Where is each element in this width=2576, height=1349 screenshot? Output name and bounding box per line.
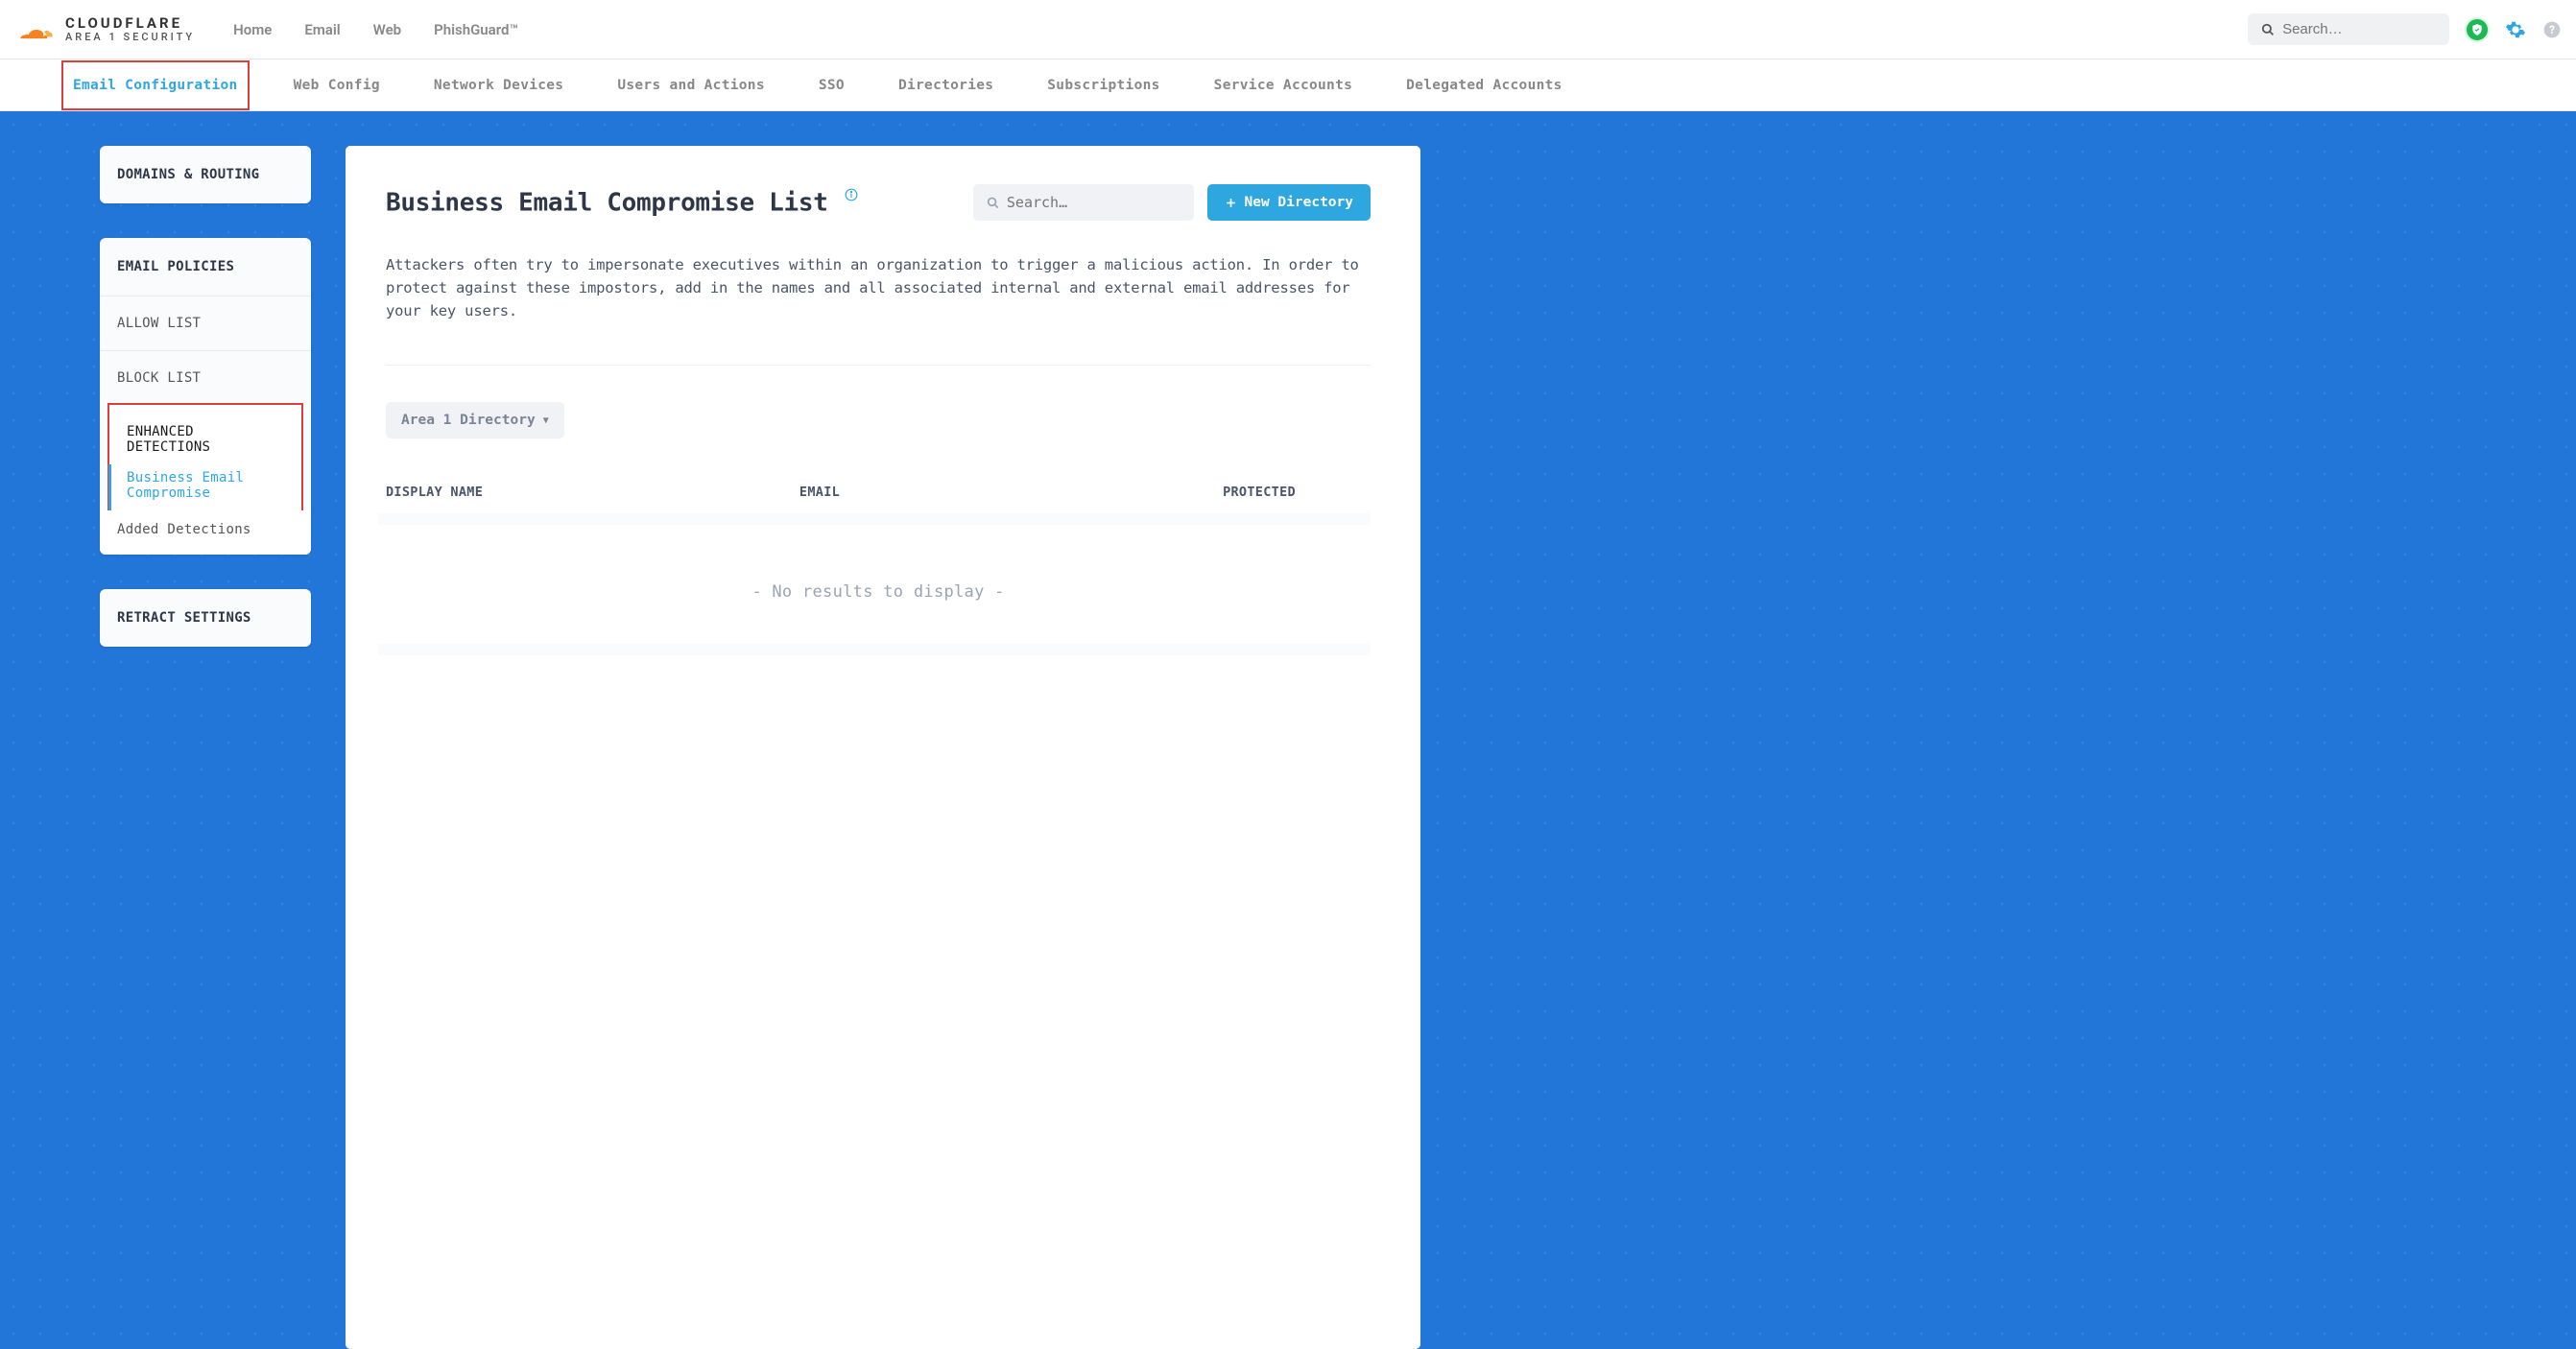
- panel-search[interactable]: [973, 184, 1194, 221]
- sidebar-allow-list[interactable]: ALLOW LIST: [100, 296, 311, 350]
- new-directory-label: New Directory: [1245, 195, 1354, 210]
- sidebar-business-email-compromise[interactable]: Business Email Compromise: [108, 464, 301, 510]
- subnav-delegated-accounts[interactable]: Delegated Accounts: [1396, 62, 1572, 108]
- directory-filter-label: Area 1 Directory: [401, 413, 536, 428]
- logo-sub-text: AREA 1 SECURITY: [65, 32, 195, 43]
- subnav-email-configuration[interactable]: Email Configuration: [63, 62, 248, 108]
- page-description: Attackers often try to impersonate execu…: [386, 253, 1371, 322]
- column-protected: PROTECTED: [1223, 485, 1371, 500]
- subnav-directories[interactable]: Directories: [889, 62, 1003, 108]
- gear-icon: [2505, 19, 2526, 40]
- sidebar-card-domains: DOMAINS & ROUTING: [100, 146, 311, 203]
- help-icon: ?: [2542, 20, 2562, 39]
- highlight-enhanced-detections: ENHANCED DETECTIONS Business Email Compr…: [107, 403, 303, 512]
- global-search-input[interactable]: [2282, 21, 2436, 37]
- page-title-text: Business Email Compromise List: [386, 188, 828, 217]
- help-button[interactable]: ?: [2541, 19, 2563, 40]
- table-header: DISPLAY NAME EMAIL PROTECTED: [386, 485, 1371, 500]
- subnav-sso[interactable]: SSO: [809, 62, 854, 108]
- sidebar-domains-routing[interactable]: DOMAINS & ROUTING: [100, 146, 311, 203]
- table-row-stripe: [378, 644, 1371, 655]
- content-area: DOMAINS & ROUTING EMAIL POLICIES ALLOW L…: [0, 111, 2576, 1349]
- search-icon: [987, 196, 999, 210]
- sidebar-retract-settings[interactable]: RETRACT SETTINGS: [100, 589, 311, 647]
- chevron-down-icon: ▼: [543, 415, 549, 426]
- nav-email[interactable]: Email: [304, 21, 340, 38]
- subnav-network-devices[interactable]: Network Devices: [424, 62, 573, 108]
- global-search[interactable]: [2248, 13, 2449, 45]
- table-row-stripe: [378, 513, 1371, 525]
- top-nav: Home Email Web PhishGuard™: [233, 21, 518, 38]
- new-directory-button[interactable]: New Directory: [1207, 184, 1371, 221]
- info-icon[interactable]: [845, 188, 858, 201]
- sidebar-card-policies: EMAIL POLICIES ALLOW LIST BLOCK LIST ENH…: [100, 238, 311, 555]
- shield-status-icon[interactable]: [2465, 17, 2490, 42]
- main-panel: Business Email Compromise List New Direc…: [346, 146, 1420, 1349]
- cloudflare-logo-icon: [13, 15, 56, 44]
- svg-text:?: ?: [2549, 23, 2555, 36]
- sidebar-email-policies[interactable]: EMAIL POLICIES: [100, 238, 311, 296]
- panel-search-input[interactable]: [1007, 194, 1181, 211]
- empty-state-message: - No results to display -: [386, 525, 1371, 630]
- settings-button[interactable]: [2505, 19, 2526, 40]
- nav-phishguard[interactable]: PhishGuard™: [434, 21, 518, 38]
- plus-icon: [1225, 197, 1237, 209]
- subnav-users-actions[interactable]: Users and Actions: [608, 62, 775, 108]
- directory-filter-dropdown[interactable]: Area 1 Directory ▼: [386, 402, 564, 438]
- subnav-web-config[interactable]: Web Config: [284, 62, 390, 108]
- sidebar-block-list[interactable]: BLOCK LIST: [100, 350, 311, 405]
- sub-nav: Email Configuration Web Config Network D…: [0, 59, 2576, 111]
- nav-web[interactable]: Web: [373, 21, 401, 38]
- sidebar-enhanced-detections: ENHANCED DETECTIONS: [109, 405, 301, 464]
- page-title: Business Email Compromise List: [386, 188, 858, 218]
- nav-home[interactable]: Home: [233, 21, 272, 38]
- subnav-service-accounts[interactable]: Service Accounts: [1205, 62, 1362, 108]
- logo-main-text: CLOUDFLARE: [65, 15, 195, 32]
- topbar: CLOUDFLARE AREA 1 SECURITY Home Email We…: [0, 0, 2576, 59]
- sidebar-added-detections[interactable]: Added Detections: [100, 510, 311, 555]
- column-display-name: DISPLAY NAME: [386, 485, 799, 500]
- logo[interactable]: CLOUDFLARE AREA 1 SECURITY: [13, 15, 195, 44]
- column-email: EMAIL: [799, 485, 1223, 500]
- sidebar-card-retract: RETRACT SETTINGS: [100, 589, 311, 647]
- divider: [386, 365, 1371, 366]
- subnav-subscriptions[interactable]: Subscriptions: [1038, 62, 1169, 108]
- search-icon: [2261, 22, 2275, 37]
- highlight-email-config: Email Configuration: [61, 60, 250, 110]
- sidebar: DOMAINS & ROUTING EMAIL POLICIES ALLOW L…: [100, 146, 311, 1349]
